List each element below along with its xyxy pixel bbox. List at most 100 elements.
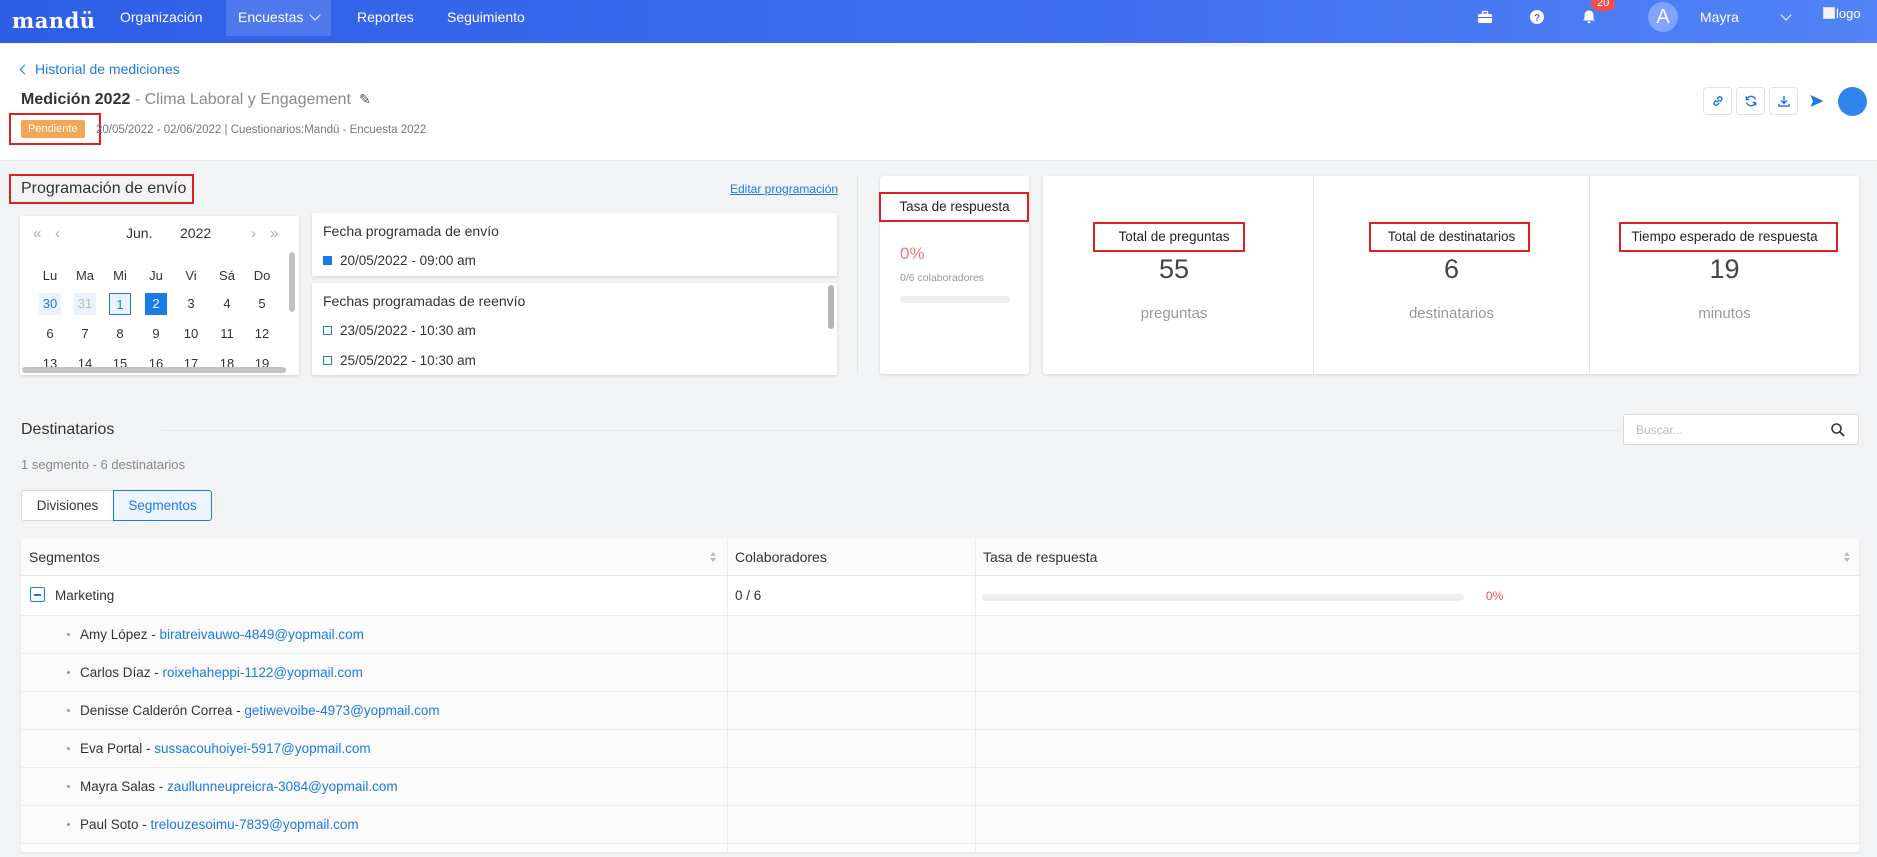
calendar-day[interactable]: 1 — [109, 293, 131, 315]
resend-date-item: 23/05/2022 - 10:30 am — [323, 323, 476, 338]
bullet-icon — [67, 785, 70, 788]
next-month-icon[interactable]: › — [251, 225, 256, 242]
person-name: Amy López — [80, 627, 148, 642]
table-row: Carlos Díaz - roixehaheppi-1122@yopmail.… — [21, 654, 1859, 692]
resend-scrollbar[interactable] — [828, 285, 834, 329]
next-year-icon[interactable]: » — [270, 225, 278, 242]
person-name: Denisse Calderón Correa — [80, 703, 233, 718]
table-row: Paul Soto - trelouzesoimu-7839@yopmail.c… — [21, 806, 1859, 844]
calendar-day[interactable]: 2 — [145, 293, 167, 315]
column-header-label: Colaboradores — [735, 549, 827, 565]
nav-organizacion[interactable]: Organización — [108, 0, 215, 43]
person-cell: Eva Portal - sussacouhoiyei-5917@yopmail… — [67, 730, 371, 768]
calendar-day[interactable]: 30 — [39, 293, 61, 315]
person-email[interactable]: roixehaheppi-1122@yopmail.com — [163, 665, 363, 680]
person-name: Eva Portal — [80, 741, 143, 756]
collapse-icon[interactable] — [30, 587, 45, 602]
avatar[interactable]: A — [1648, 2, 1678, 32]
calendar-day[interactable]: 12 — [251, 323, 273, 345]
back-link[interactable]: Historial de mediciones — [19, 61, 180, 77]
calendar-scrollbar-vertical[interactable] — [289, 252, 295, 312]
nav-encuestas-label: Encuestas — [238, 9, 304, 25]
help-icon[interactable]: ? — [1529, 9, 1545, 25]
tab-divisiones[interactable]: Divisiones — [21, 490, 114, 521]
prev-month-icon[interactable]: ‹ — [55, 225, 60, 242]
column-header-segments[interactable]: Segmentos — [21, 538, 727, 576]
resend-dates-title: Fechas programadas de reenvío — [323, 293, 526, 309]
refresh-button[interactable] — [1736, 87, 1765, 115]
calendar-day[interactable]: 4 — [216, 293, 238, 315]
measurement-subtitle: - Clima Laboral y Engagement — [130, 91, 351, 108]
person-email[interactable]: zaullunneupreicra-3084@yopmail.com — [167, 779, 398, 794]
segment-rate: 0% — [1486, 589, 1504, 603]
calendar-day[interactable]: 5 — [251, 293, 273, 315]
tab-segmentos[interactable]: Segmentos — [113, 490, 212, 521]
app-logo[interactable]: mandü — [12, 8, 96, 33]
calendar-day[interactable]: 9 — [145, 323, 167, 345]
sort-icon[interactable] — [709, 551, 717, 563]
bullet-icon — [67, 747, 70, 750]
chevron-down-icon — [309, 9, 322, 21]
highlight-box — [1369, 222, 1530, 252]
download-button[interactable] — [1769, 87, 1798, 115]
prev-year-icon[interactable]: « — [33, 225, 41, 242]
stat-unit: destinatarios — [1408, 305, 1495, 322]
highlight-box — [1093, 222, 1245, 252]
calendar-day[interactable]: 7 — [74, 323, 96, 345]
search-icon[interactable] — [1830, 422, 1846, 438]
pencil-icon[interactable]: ✎ — [359, 91, 371, 108]
weekday-label: Sá — [219, 268, 235, 283]
person-name: Mayra Salas — [80, 779, 156, 794]
svg-text:?: ? — [1534, 13, 1540, 24]
column-header-label: Tasa de respuesta — [983, 549, 1098, 565]
page-title: Medición 2022 - Clima Laboral y Engageme… — [21, 91, 371, 109]
column-header-collaborators: Colaboradores — [727, 538, 975, 576]
bullet-icon — [67, 709, 70, 712]
column-header-response-rate[interactable]: Tasa de respuesta — [975, 538, 1859, 576]
copy-link-button[interactable] — [1703, 87, 1732, 115]
circle-action-button[interactable] — [1838, 87, 1867, 116]
stat-value: 6 — [1443, 254, 1460, 284]
segment-cell: Marketing — [30, 576, 114, 616]
calendar-year[interactable]: 2022 — [180, 225, 211, 241]
bell-icon[interactable] — [1581, 9, 1597, 25]
measurement-name: Medición 2022 — [21, 91, 131, 108]
recipients-table: Segmentos Colaboradores Tasa de respuest… — [21, 538, 1859, 852]
nav-encuestas[interactable]: Encuestas — [226, 0, 332, 36]
nav-seguimiento[interactable]: Seguimiento — [435, 0, 537, 43]
weekday-label: Ma — [75, 268, 95, 283]
calendar-header: « ‹ Jun. 2022 › » — [20, 225, 299, 245]
send-button[interactable] — [1802, 87, 1831, 115]
table-row: Mayra Salas - zaullunneupreicra-3084@yop… — [21, 768, 1859, 806]
person-email[interactable]: trelouzesoimu-7839@yopmail.com — [151, 817, 359, 832]
weekday-label: Lu — [42, 268, 58, 283]
resend-date-item: 25/05/2022 - 10:30 am — [323, 353, 476, 368]
segment-progress-bar — [982, 594, 1464, 601]
weekday-label: Vi — [185, 268, 197, 283]
send-date-value: 20/05/2022 - 09:00 am — [340, 253, 476, 268]
chevron-down-icon[interactable] — [1780, 9, 1792, 21]
company-logo: logo — [1823, 6, 1861, 21]
calendar-day[interactable]: 3 — [180, 293, 202, 315]
refresh-icon — [1745, 95, 1756, 107]
person-email[interactable]: biratreivauwo-4849@yopmail.com — [160, 627, 364, 642]
briefcase-icon[interactable] — [1477, 9, 1493, 25]
calendar-day[interactable]: 8 — [109, 323, 131, 345]
person-cell: Amy López - biratreivauwo-4849@yopmail.c… — [67, 616, 364, 654]
search-placeholder: Buscar... — [1636, 423, 1683, 437]
highlight-box — [9, 174, 194, 204]
edit-schedule-link[interactable]: Editar programación — [730, 182, 838, 196]
calendar-day[interactable]: 10 — [180, 323, 202, 345]
calendar-day[interactable]: 11 — [216, 323, 238, 345]
person-email[interactable]: sussacouhoiyei-5917@yopmail.com — [154, 741, 370, 756]
user-name[interactable]: Mayra — [1700, 9, 1739, 25]
sort-icon[interactable] — [1843, 551, 1851, 563]
response-rate-value: 0% — [900, 244, 925, 263]
nav-reportes[interactable]: Reportes — [345, 0, 426, 43]
calendar-day[interactable]: 31 — [74, 293, 96, 315]
person-email[interactable]: getiwevoibe-4973@yopmail.com — [244, 703, 439, 718]
search-input[interactable]: Buscar... — [1623, 414, 1859, 445]
calendar-day[interactable]: 6 — [39, 323, 61, 345]
calendar-month[interactable]: Jun. — [126, 225, 152, 241]
calendar-scrollbar-horizontal[interactable] — [22, 367, 286, 373]
